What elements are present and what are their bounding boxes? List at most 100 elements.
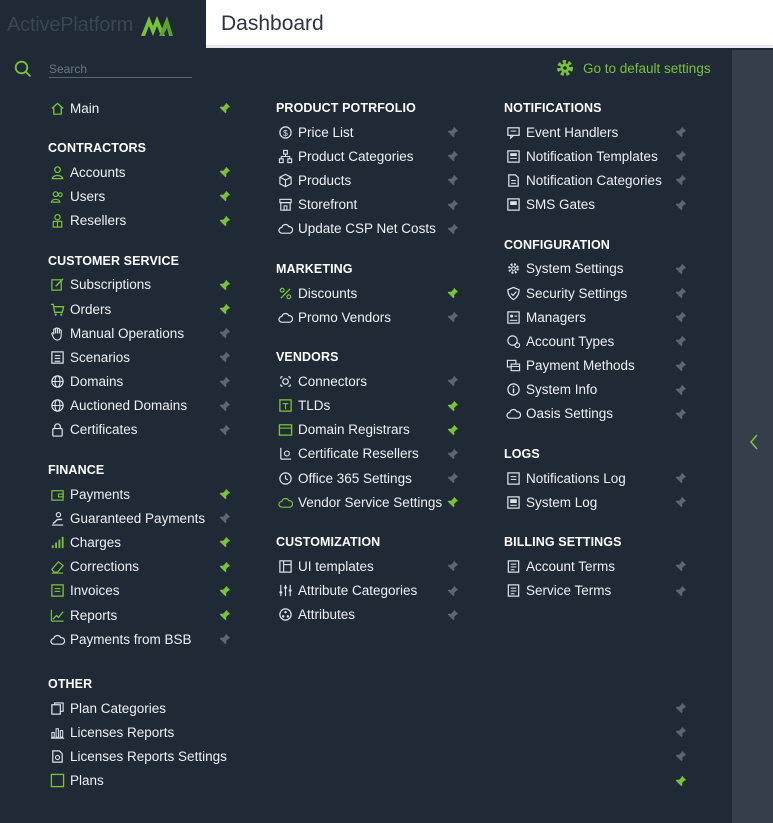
pin-icon[interactable] [218,511,232,525]
pin-active-icon[interactable] [218,302,232,316]
pin-icon[interactable] [674,310,688,324]
menu-item-ui-templates[interactable]: UI templates [276,554,466,578]
pin-active-icon[interactable] [218,214,232,228]
menu-item-service-terms[interactable]: Service Terms [504,579,694,603]
pin-icon[interactable] [674,334,688,348]
menu-item-resellers[interactable]: Resellers [48,209,238,233]
logo[interactable]: ActivePlatform [7,12,175,38]
menu-item-storefront[interactable]: Storefront [276,193,466,217]
menu-item-corrections[interactable]: Corrections [48,555,238,579]
pin-icon[interactable] [674,198,688,212]
pin-icon[interactable] [674,749,688,763]
menu-item-security-settings[interactable]: Security Settings [504,281,694,305]
menu-item-auctioned-domains[interactable]: Auctioned Domains [48,394,238,418]
menu-item-attribute-categories[interactable]: Attribute Categories [276,579,466,603]
menu-item-manual-operations[interactable]: Manual Operations [48,321,238,345]
pin-active-icon[interactable] [218,165,232,179]
pin-icon[interactable] [674,173,688,187]
menu-item-invoices[interactable]: Invoices [48,579,238,603]
pin-icon[interactable] [446,584,460,598]
menu-item-notification-templates[interactable]: Notification Templates [504,144,694,168]
menu-item-domain-registrars[interactable]: Domain Registrars [276,418,466,442]
menu-item-price-list[interactable]: $ Price List [276,120,466,144]
pin-active-icon[interactable] [218,487,232,501]
menu-item-sms-gates[interactable]: SMS Gates [504,193,694,217]
menu-item-vendor-service-settings[interactable]: Vendor Service Settings [276,490,466,514]
menu-item-update-csp-net-costs[interactable]: Update CSP Net Costs [276,217,466,241]
menu-item-payment-methods[interactable]: Payment Methods [504,354,694,378]
pin-active-icon[interactable] [218,560,232,574]
menu-item-system-info[interactable]: System Info [504,378,694,402]
pin-active-icon[interactable] [674,774,688,788]
menu-item-product-categories[interactable]: Product Categories [276,144,466,168]
pin-icon[interactable] [446,149,460,163]
menu-item-subscriptions[interactable]: Subscriptions [48,273,238,297]
pin-active-icon[interactable] [218,189,232,203]
pin-active-icon[interactable] [218,101,232,115]
menu-item-plan-categories[interactable]: Plan Categories [48,696,698,720]
pin-icon[interactable] [218,423,232,437]
pin-active-icon[interactable] [446,399,460,413]
pin-icon[interactable] [446,447,460,461]
pin-icon[interactable] [674,701,688,715]
pin-icon[interactable] [674,125,688,139]
search-icon[interactable] [14,60,32,78]
pin-icon[interactable] [446,222,460,236]
chevron-left-icon[interactable] [744,430,764,454]
pin-icon[interactable] [446,374,460,388]
menu-item-scenarios[interactable]: Scenarios [48,345,238,369]
menu-item-domains[interactable]: Domains [48,370,238,394]
pin-icon[interactable] [446,310,460,324]
pin-active-icon[interactable] [446,286,460,300]
menu-item-reports[interactable]: Reports [48,603,238,627]
menu-item-payments[interactable]: Payments [48,482,238,506]
menu-item-system-log[interactable]: System Log [504,490,694,514]
menu-item-account-terms[interactable]: Account Terms [504,554,694,578]
pin-icon[interactable] [446,125,460,139]
menu-item-attributes[interactable]: Attributes [276,603,466,627]
pin-icon[interactable] [674,286,688,300]
pin-active-icon[interactable] [218,608,232,622]
pin-icon[interactable] [218,326,232,340]
pin-active-icon[interactable] [218,278,232,292]
default-settings-link[interactable]: Go to default settings [555,58,711,78]
pin-active-icon[interactable] [218,535,232,549]
pin-icon[interactable] [674,262,688,276]
pin-icon[interactable] [446,198,460,212]
pin-icon[interactable] [446,608,460,622]
pin-icon[interactable] [446,471,460,485]
menu-item-plans[interactable]: Plans [48,769,698,793]
pin-icon[interactable] [674,584,688,598]
pin-active-icon[interactable] [218,584,232,598]
pin-active-icon[interactable] [446,423,460,437]
menu-item-connectors[interactable]: Connectors [276,369,466,393]
pin-active-icon[interactable] [446,495,460,509]
menu-item-users[interactable]: Users [48,184,238,208]
menu-item-event-handlers[interactable]: Event Handlers [504,120,694,144]
menu-item-accounts[interactable]: Accounts [48,160,238,184]
menu-item-account-types[interactable]: Account Types [504,329,694,353]
menu-item-managers[interactable]: Managers [504,305,694,329]
menu-item-notifications-log[interactable]: Notifications Log [504,466,694,490]
search-input[interactable] [49,60,192,78]
pin-icon[interactable] [218,350,232,364]
menu-item-licenses-reports-settings[interactable]: Licenses Reports Settings [48,744,698,768]
pin-icon[interactable] [674,471,688,485]
pin-icon[interactable] [218,375,232,389]
menu-item-promo-vendors[interactable]: Promo Vendors [276,305,466,329]
menu-item-licenses-reports[interactable]: Licenses Reports [48,720,698,744]
menu-item-products[interactable]: Products [276,168,466,192]
menu-item-discounts[interactable]: Discounts [276,281,466,305]
pin-icon[interactable] [674,407,688,421]
menu-item-orders[interactable]: Orders [48,297,238,321]
pin-icon[interactable] [218,632,232,646]
pin-icon[interactable] [674,359,688,373]
menu-item-certificates[interactable]: Certificates [48,418,238,442]
pin-icon[interactable] [218,399,232,413]
menu-item-office-365-settings[interactable]: Office 365 Settings [276,466,466,490]
menu-item-system-settings[interactable]: System Settings [504,257,694,281]
menu-item-charges[interactable]: Charges [48,530,238,554]
menu-item-certificate-resellers[interactable]: Certificate Resellers [276,442,466,466]
menu-item-guaranteed-payments[interactable]: Guaranteed Payments [48,506,238,530]
pin-icon[interactable] [674,495,688,509]
